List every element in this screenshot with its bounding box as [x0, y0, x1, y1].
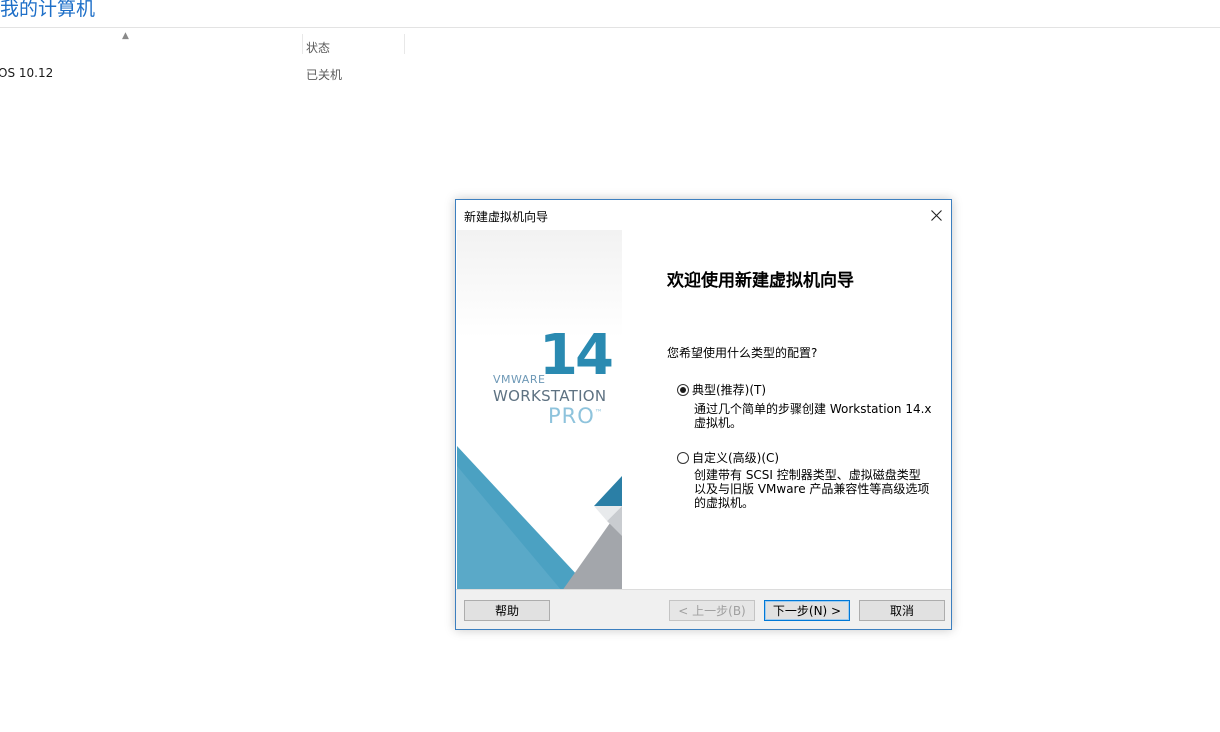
- radio-typical-indicator[interactable]: [677, 383, 689, 396]
- brand-vmware-text: VMWARE: [493, 373, 546, 386]
- brand-edition-text: PRO™: [548, 404, 604, 428]
- radio-typical-description: 通过几个简单的步骤创建 Workstation 14.x 虚拟机。: [694, 402, 932, 430]
- dialog-footer: 帮助 < 上一步(B) 下一步(N) > 取消: [456, 589, 951, 629]
- sort-ascending-icon[interactable]: ▲: [122, 31, 129, 41]
- vm-list-row-name[interactable]: OS 10.12: [0, 66, 53, 80]
- dialog-title: 新建虚拟机向导: [464, 210, 549, 224]
- radio-typical-label[interactable]: 典型(推荐)(T): [692, 381, 766, 398]
- header-divider: [0, 27, 1220, 28]
- next-button[interactable]: 下一步(N) >: [764, 600, 850, 621]
- radio-custom-indicator[interactable]: [677, 451, 689, 464]
- radio-typical[interactable]: 典型(推荐)(T): [677, 381, 766, 398]
- close-icon: [930, 209, 942, 221]
- dialog-titlebar: 新建虚拟机向导: [456, 200, 951, 230]
- radio-custom-description: 创建带有 SCSI 控制器类型、虚拟磁盘类型 以及与旧版 VMware 产品兼容…: [694, 468, 930, 510]
- content-panel: 欢迎使用新建虚拟机向导 您希望使用什么类型的配置? 典型(推荐)(T) 通过几个…: [622, 230, 951, 591]
- column-separator[interactable]: [404, 34, 405, 54]
- vm-list-row-status: 已关机: [306, 68, 343, 82]
- cancel-button[interactable]: 取消: [859, 600, 945, 621]
- brand-product-text: WORKSTATION: [493, 387, 607, 405]
- radio-custom[interactable]: 自定义(高级)(C): [677, 449, 779, 466]
- config-type-question: 您希望使用什么类型的配置?: [667, 346, 818, 360]
- branding-panel: 14 VMWARE WORKSTATION PRO™: [457, 230, 622, 591]
- brand-version-number: 14: [539, 323, 614, 388]
- help-button[interactable]: 帮助: [464, 600, 550, 621]
- close-button[interactable]: [921, 200, 951, 230]
- new-vm-wizard-dialog: 新建虚拟机向导 14 VMWARE WORKSTATION PRO™ 欢迎使用新…: [455, 199, 952, 630]
- radio-custom-label[interactable]: 自定义(高级)(C): [692, 449, 779, 466]
- back-button: < 上一步(B): [669, 600, 755, 621]
- wizard-heading: 欢迎使用新建虚拟机向导: [667, 271, 854, 291]
- library-title: 我的计算机: [0, 0, 96, 20]
- column-header-row: ▲ 状态: [0, 31, 405, 56]
- column-header-status[interactable]: 状态: [306, 39, 330, 56]
- column-separator[interactable]: [302, 34, 303, 54]
- branding-artwork: [457, 446, 622, 591]
